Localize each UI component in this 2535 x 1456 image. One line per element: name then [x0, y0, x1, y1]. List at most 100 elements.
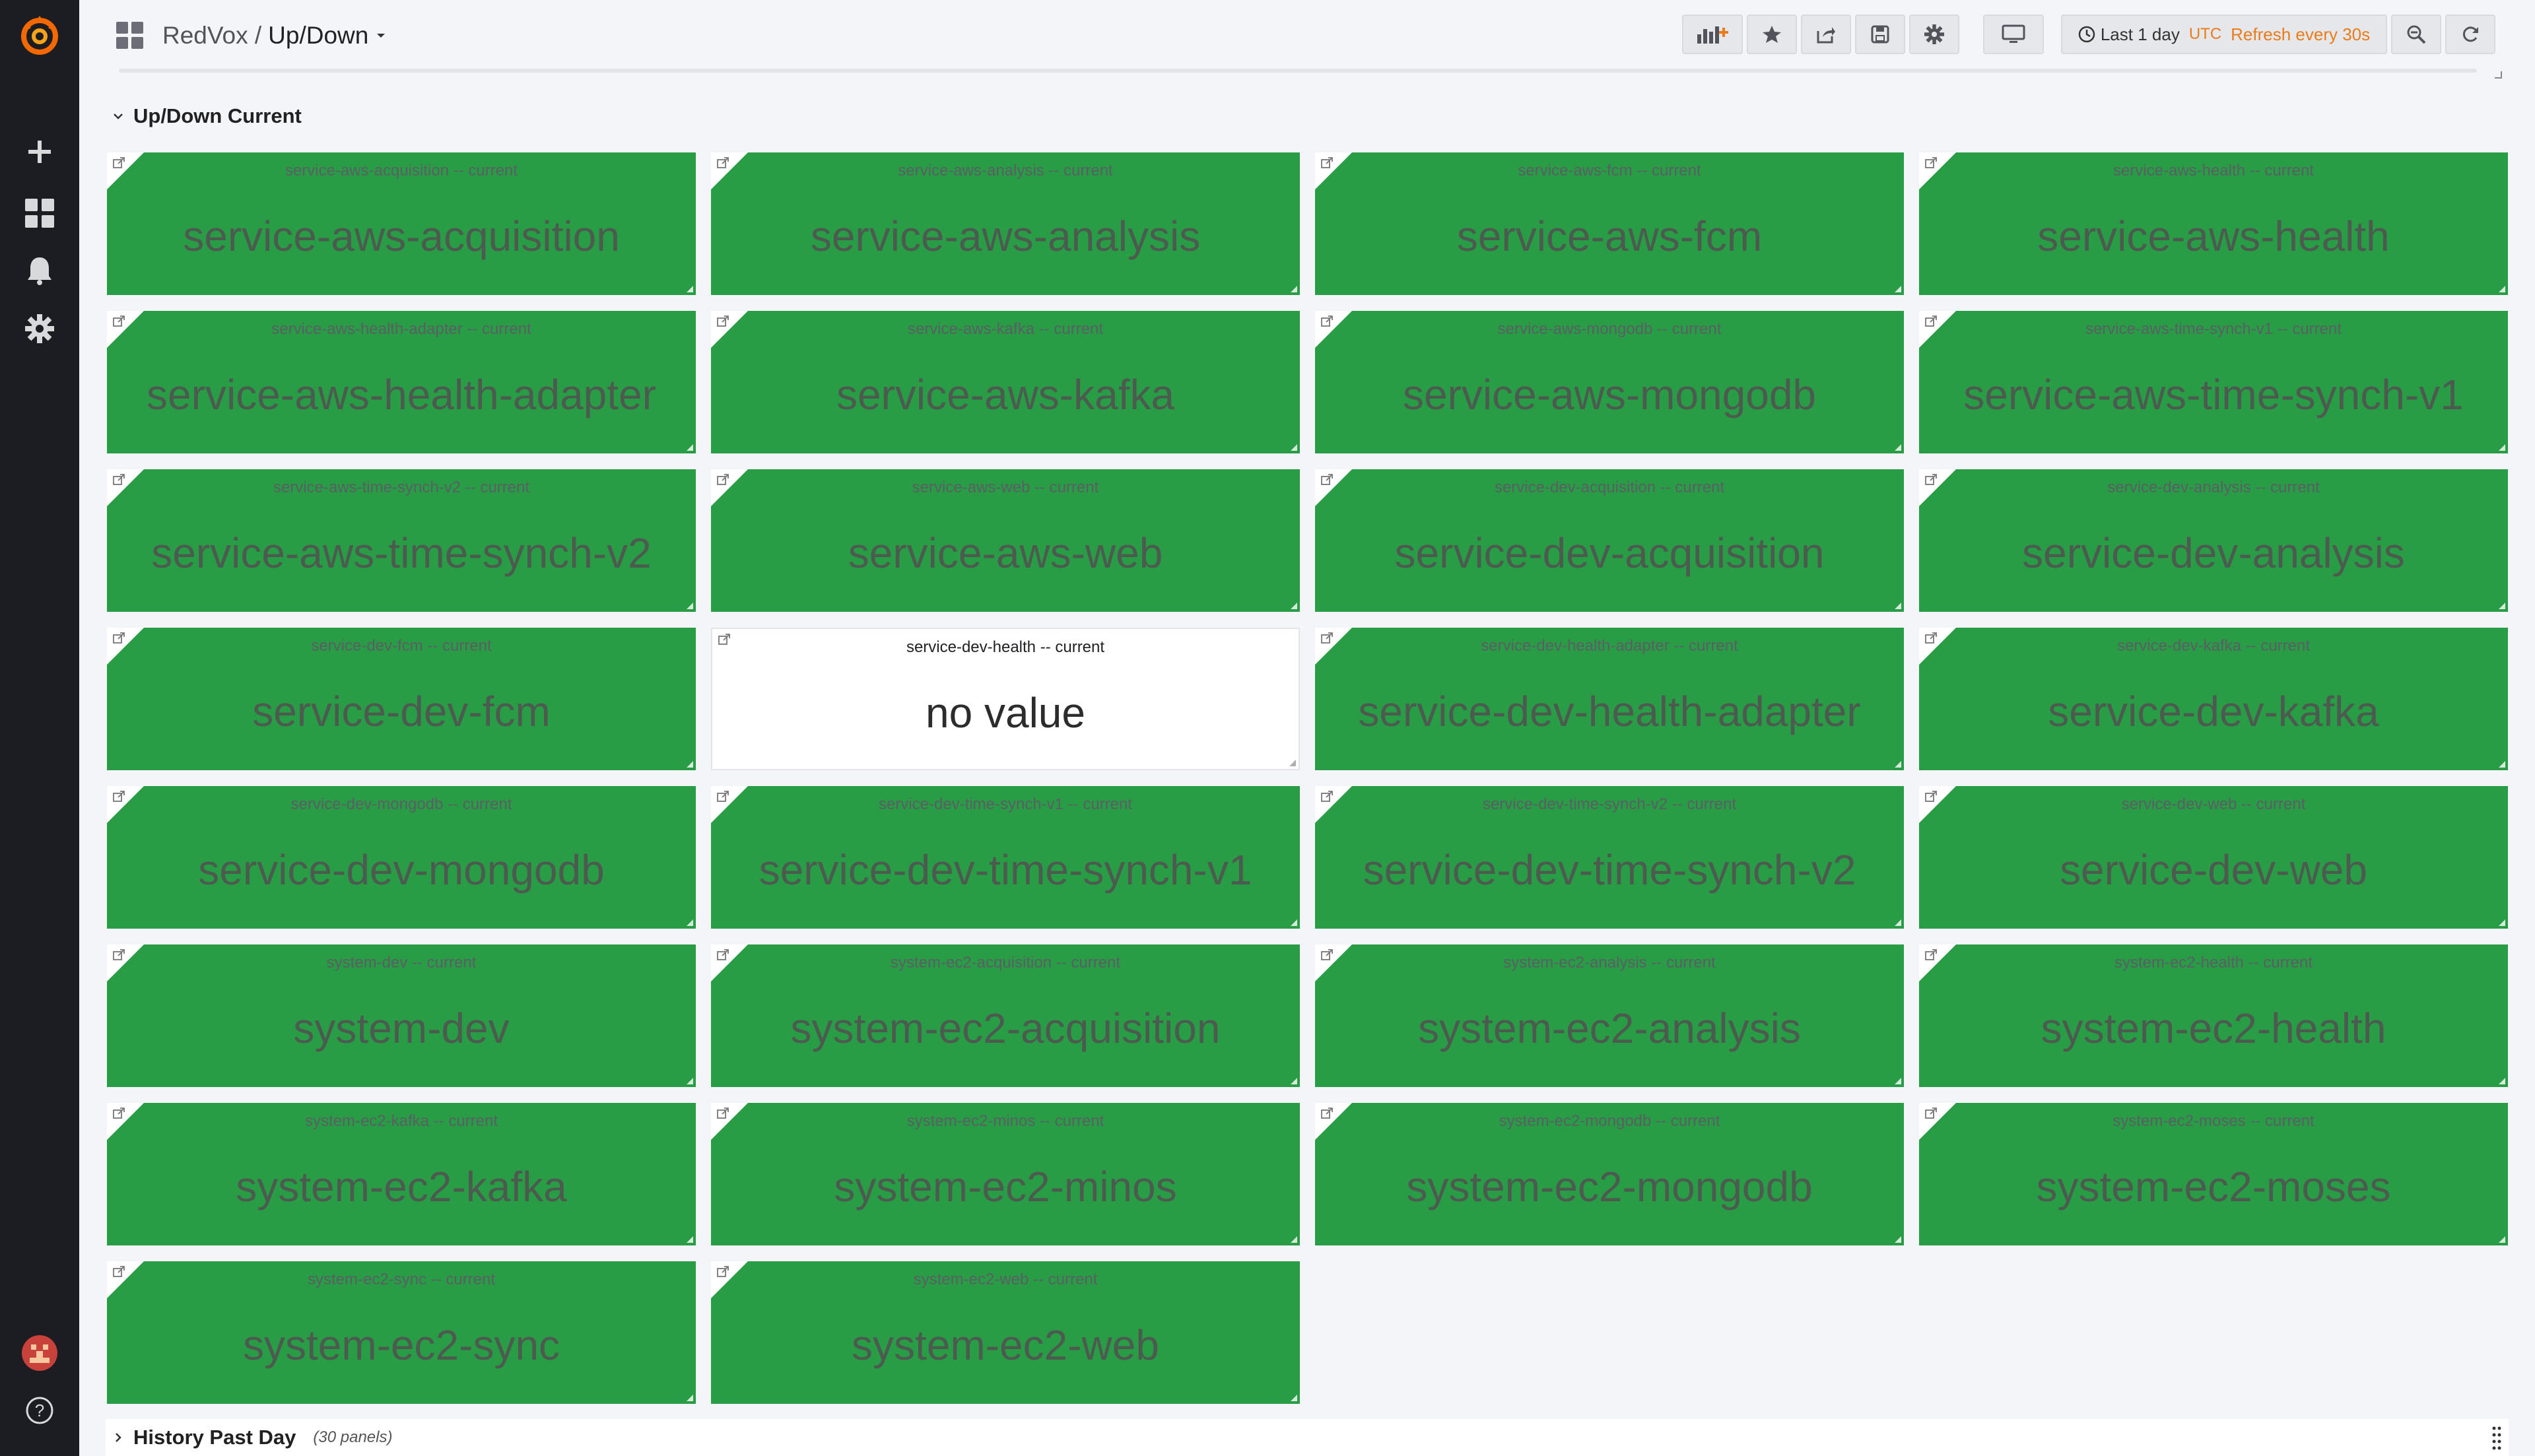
panel-title[interactable]: system-ec2-analysis -- current — [1315, 954, 1904, 972]
panel-resize-handle[interactable] — [687, 1395, 693, 1401]
singlestat-panel[interactable]: service-dev-web -- current service-dev-we… — [1919, 786, 2508, 929]
zoom-out-button[interactable] — [2391, 15, 2441, 54]
singlestat-panel[interactable]: system-ec2-mongodb -- current system-ec2-… — [1315, 1103, 1904, 1245]
panel-resize-handle[interactable] — [1291, 1236, 1297, 1243]
singlestat-panel[interactable]: service-aws-analysis -- current service-a… — [711, 152, 1300, 295]
avatar[interactable] — [0, 1323, 79, 1383]
panel-title[interactable]: system-dev -- current — [107, 954, 696, 972]
panel-resize-handle[interactable] — [687, 444, 693, 451]
singlestat-panel[interactable]: service-aws-acquisition -- current servic… — [107, 152, 696, 295]
singlestat-panel[interactable]: system-dev -- current system-dev — [107, 944, 696, 1087]
panel-resize-handle[interactable] — [2499, 444, 2505, 451]
panel-title[interactable]: system-ec2-moses -- current — [1919, 1112, 2508, 1131]
panel-resize-handle[interactable] — [2499, 603, 2505, 609]
singlestat-panel[interactable]: service-aws-kafka -- current service-aws-… — [711, 311, 1300, 453]
panel-resize-handle[interactable] — [687, 1078, 693, 1084]
panel-title[interactable]: service-aws-analysis -- current — [711, 162, 1300, 180]
singlestat-panel[interactable]: service-aws-time-synch-v2 -- current serv… — [107, 469, 696, 612]
panel-resize-handle[interactable] — [1291, 444, 1297, 451]
panel-title[interactable]: service-aws-mongodb -- current — [1315, 320, 1904, 339]
panel-title[interactable]: service-dev-time-synch-v1 -- current — [711, 795, 1300, 814]
panel-resize-handle[interactable] — [1895, 603, 1901, 609]
panel-resize-handle[interactable] — [2499, 919, 2505, 926]
tv-mode-button[interactable] — [1983, 15, 2044, 54]
panel-resize-handle[interactable] — [1895, 286, 1901, 292]
singlestat-panel[interactable]: service-dev-kafka -- current service-dev-… — [1919, 628, 2508, 770]
singlestat-panel[interactable]: system-ec2-minos -- current system-ec2-mi… — [711, 1103, 1300, 1245]
singlestat-panel[interactable]: service-dev-mongodb -- current service-de… — [107, 786, 696, 929]
dashboards-icon[interactable] — [0, 183, 79, 243]
panel-resize-handle[interactable] — [2499, 1236, 2505, 1243]
panel-title[interactable]: service-aws-web -- current — [711, 479, 1300, 497]
panel-title[interactable]: service-aws-fcm -- current — [1315, 162, 1904, 180]
panel-title[interactable]: system-ec2-kafka -- current — [107, 1112, 696, 1131]
gear-icon[interactable] — [0, 299, 79, 358]
singlestat-panel[interactable]: service-dev-acquisition -- current servic… — [1315, 469, 1904, 612]
singlestat-panel[interactable]: service-aws-time-synch-v1 -- current serv… — [1919, 311, 2508, 453]
panel-title[interactable]: service-aws-acquisition -- current — [107, 162, 696, 180]
singlestat-panel[interactable]: service-dev-analysis -- current service-d… — [1919, 469, 2508, 612]
panel-title[interactable]: service-dev-health -- current — [712, 638, 1299, 657]
singlestat-panel[interactable]: service-dev-fcm -- current service-dev-fc… — [107, 628, 696, 770]
singlestat-panel[interactable]: system-ec2-kafka -- current system-ec2-ka… — [107, 1103, 696, 1245]
horizontal-scrollbar[interactable] — [119, 69, 2477, 73]
panel-resize-handle[interactable] — [1895, 1078, 1901, 1084]
refresh-button[interactable] — [2445, 15, 2495, 54]
panel-title[interactable]: service-aws-health -- current — [1919, 162, 2508, 180]
singlestat-panel[interactable]: system-ec2-moses -- current system-ec2-mo… — [1919, 1103, 2508, 1245]
panel-resize-handle[interactable] — [1895, 1236, 1901, 1243]
panel-resize-handle[interactable] — [2499, 761, 2505, 768]
singlestat-panel[interactable]: system-ec2-web -- current system-ec2-web — [711, 1261, 1300, 1404]
singlestat-panel[interactable]: service-aws-fcm -- current service-aws-fc… — [1315, 152, 1904, 295]
panel-title[interactable]: service-aws-time-synch-v1 -- current — [1919, 320, 2508, 339]
save-button[interactable] — [1855, 15, 1905, 54]
panel-resize-handle[interactable] — [687, 919, 693, 926]
singlestat-panel[interactable]: service-aws-health -- current service-aws… — [1919, 152, 2508, 295]
time-picker[interactable]: Last 1 day UTC Refresh every 30s — [2061, 15, 2387, 54]
bell-icon[interactable] — [0, 241, 79, 300]
dashboard-title[interactable]: Up/Down — [268, 22, 368, 50]
panel-resize-handle[interactable] — [1291, 1078, 1297, 1084]
panel-title[interactable]: service-aws-kafka -- current — [711, 320, 1300, 339]
panel-title[interactable]: service-aws-time-synch-v2 -- current — [107, 479, 696, 497]
panel-title[interactable]: system-ec2-web -- current — [711, 1271, 1300, 1289]
singlestat-panel[interactable]: system-ec2-analysis -- current system-ec2… — [1315, 944, 1904, 1087]
panel-title[interactable]: service-dev-kafka -- current — [1919, 637, 2508, 655]
dashboard-settings-button[interactable] — [1909, 15, 1959, 54]
plus-icon[interactable] — [0, 122, 79, 182]
add-panel-button[interactable] — [1682, 15, 1743, 54]
panel-title[interactable]: service-dev-acquisition -- current — [1315, 479, 1904, 497]
share-button[interactable] — [1801, 15, 1851, 54]
panel-title[interactable]: service-dev-web -- current — [1919, 795, 2508, 814]
row-header-history[interactable]: History Past Day (30 panels) — [112, 1426, 392, 1449]
panel-resize-handle[interactable] — [1291, 603, 1297, 609]
star-button[interactable] — [1747, 15, 1797, 54]
panel-title[interactable]: service-dev-mongodb -- current — [107, 795, 696, 814]
panel-title[interactable]: service-dev-fcm -- current — [107, 637, 696, 655]
panel-resize-handle[interactable] — [1895, 761, 1901, 768]
panel-resize-handle[interactable] — [1289, 760, 1296, 766]
singlestat-panel[interactable]: service-aws-health-adapter -- current ser… — [107, 311, 696, 453]
panel-resize-handle[interactable] — [1291, 286, 1297, 292]
panel-title[interactable]: system-ec2-minos -- current — [711, 1112, 1300, 1131]
panel-resize-handle[interactable] — [2499, 286, 2505, 292]
grafana-logo[interactable] — [0, 5, 79, 65]
panel-resize-handle[interactable] — [1895, 444, 1901, 451]
panel-resize-handle[interactable] — [1895, 919, 1901, 926]
panel-title[interactable]: service-aws-health-adapter -- current — [107, 320, 696, 339]
panel-resize-handle[interactable] — [687, 761, 693, 768]
panel-resize-handle[interactable] — [687, 603, 693, 609]
singlestat-panel[interactable]: service-dev-health -- current no value — [711, 628, 1300, 770]
row-header-current[interactable]: Up/Down Current — [112, 104, 302, 128]
singlestat-panel[interactable]: service-dev-time-synch-v1 -- current serv… — [711, 786, 1300, 929]
singlestat-panel[interactable]: service-dev-time-synch-v2 -- current serv… — [1315, 786, 1904, 929]
panel-resize-handle[interactable] — [1291, 1395, 1297, 1401]
panel-title[interactable]: system-ec2-mongodb -- current — [1315, 1112, 1904, 1131]
singlestat-panel[interactable]: system-ec2-health -- current system-ec2-h… — [1919, 944, 2508, 1087]
panel-resize-handle[interactable] — [687, 286, 693, 292]
caret-down-icon[interactable] — [376, 32, 386, 39]
singlestat-panel[interactable]: service-dev-health-adapter -- current ser… — [1315, 628, 1904, 770]
panel-title[interactable]: system-ec2-acquisition -- current — [711, 954, 1300, 972]
singlestat-panel[interactable]: service-aws-mongodb -- current service-aw… — [1315, 311, 1904, 453]
panel-resize-handle[interactable] — [687, 1236, 693, 1243]
